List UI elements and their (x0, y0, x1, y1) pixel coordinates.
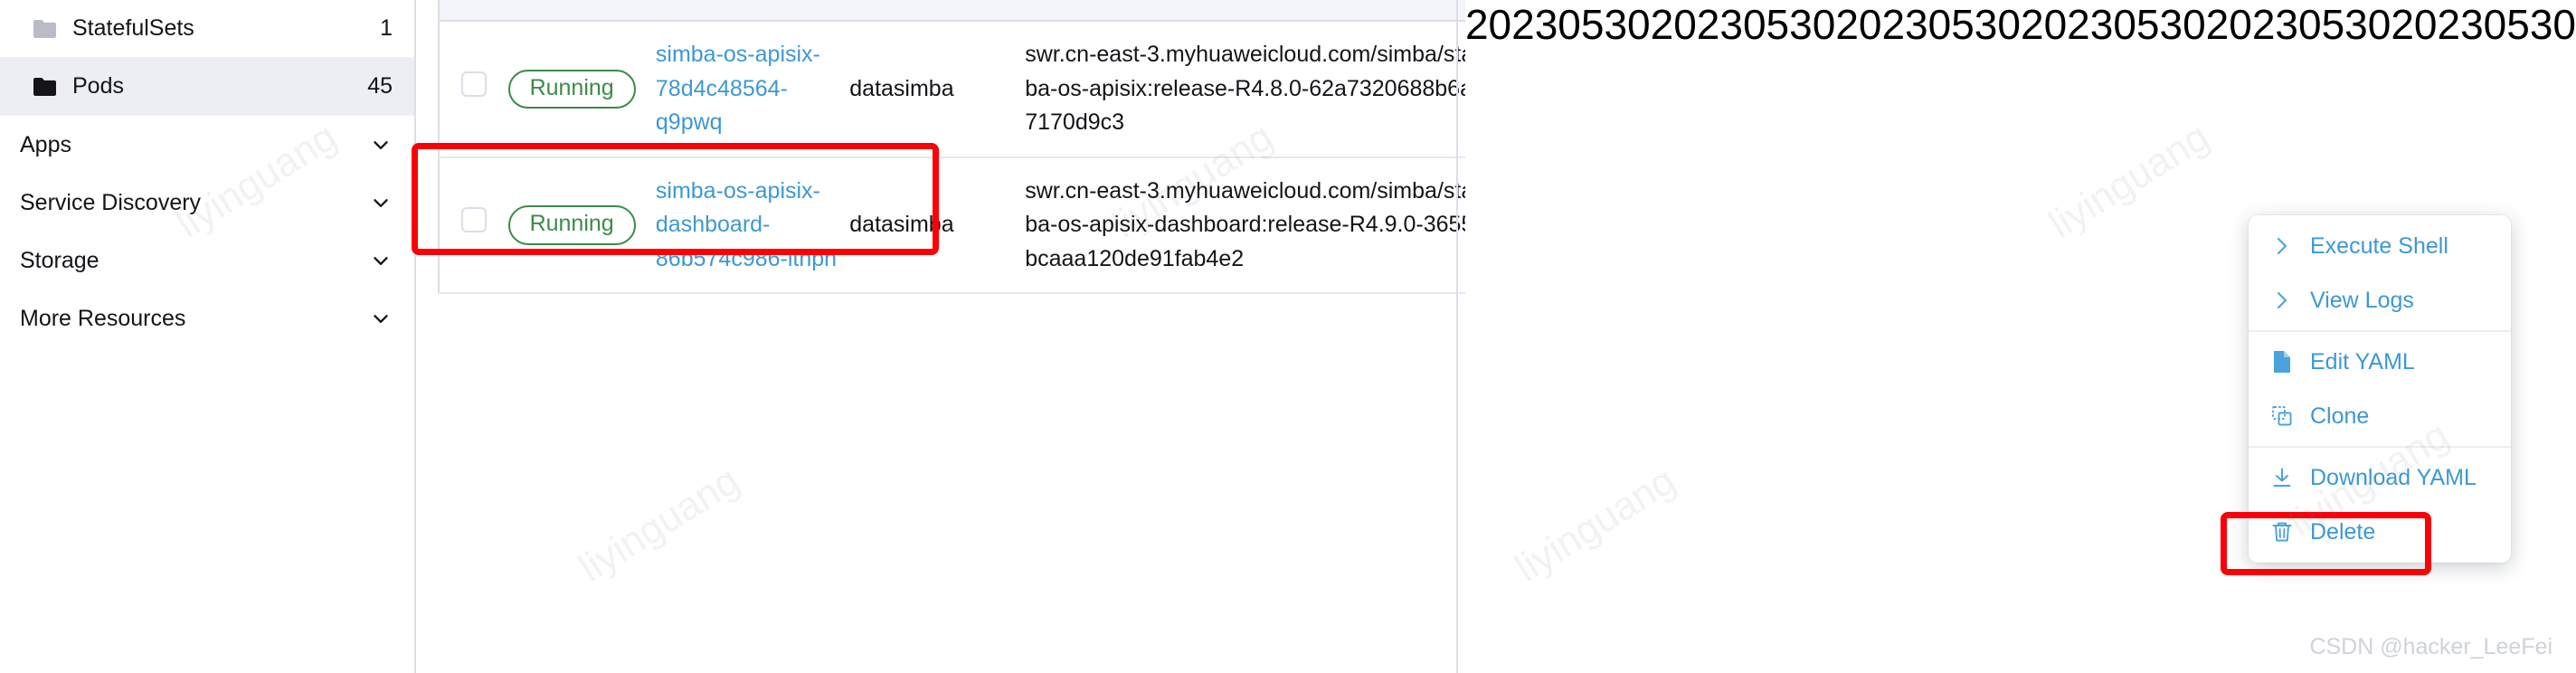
table-row[interactable]: Running simba-os-apisix-78d4c48564-q9pwq… (439, 22, 1465, 158)
table-container: Running simba-os-apisix-78d4c48564-q9pwq… (438, 0, 1465, 294)
row-namespace-cell: datasimba (849, 156, 1026, 294)
source-credit: CSDN @hacker_LeeFei (2309, 634, 2552, 659)
context-menu-divider (2249, 446, 2511, 448)
context-menu-item-execute-shell[interactable]: Execute Shell (2249, 219, 2511, 273)
watermark-date: 20230530 (1464, 1, 1651, 48)
sidebar-group-apps[interactable]: Apps (0, 116, 414, 174)
context-menu-item-view-logs[interactable]: View Logs (2249, 273, 2511, 327)
chevron-down-icon (374, 257, 388, 265)
table-header-strip (438, 0, 1465, 22)
sidebar-group-more-resources[interactable]: More Resources (0, 289, 414, 347)
row-namespace-cell: datasimba (849, 22, 1026, 158)
sidebar-item-statefulsets[interactable]: StatefulSets 1 (0, 0, 414, 58)
row-checkbox[interactable] (460, 207, 487, 232)
watermark-date: 20230530 (1835, 1, 2021, 48)
row-context-menu: Execute Shell View Logs Edit YAML Clone (2249, 215, 2511, 563)
context-menu-item-label: Download YAML (2310, 464, 2477, 490)
context-menu-item-edit-yaml[interactable]: Edit YAML (2249, 335, 2511, 389)
pods-list-screen: StatefulSets 1 Pods 45 Apps Service Disc… (0, 0, 2576, 673)
context-menu-item-label: View Logs (2310, 287, 2414, 313)
chevron-down-icon (374, 141, 388, 149)
status-badge: Running (507, 69, 636, 109)
chevron-down-icon (374, 315, 388, 323)
download-icon (2267, 467, 2297, 488)
chevron-down-icon (374, 199, 388, 207)
watermark-date: 20230530 (1650, 1, 1836, 48)
pod-image-text: swr.cn-east-3.myhuaweicloud.com/simba/st… (1025, 177, 1465, 271)
chevron-right-icon (2267, 234, 2297, 258)
panel-right-edge (1455, 0, 1458, 673)
row-name-cell: simba-os-apisix-dashboard-86b574c986-lth… (655, 156, 850, 294)
sidebar-item-label: Pods (72, 73, 124, 99)
sidebar-group-label: Service Discovery (20, 189, 202, 215)
status-badge: Running (507, 205, 636, 245)
copy-icon (2267, 405, 2297, 427)
sidebar-group-storage[interactable]: Storage (0, 232, 414, 289)
row-checkbox[interactable] (460, 71, 487, 97)
context-menu-item-label: Edit YAML (2310, 348, 2415, 374)
trash-icon (2267, 521, 2297, 543)
pod-name-link[interactable]: simba-os-apisix-dashboard-86b574c986-lth… (656, 178, 837, 271)
folder-icon (33, 78, 56, 96)
context-menu-item-clone[interactable]: Clone (2249, 389, 2511, 443)
row-image-cell: swr.cn-east-3.myhuaweicloud.com/simba/st… (1025, 22, 1465, 158)
row-state-cell: Running (507, 22, 656, 158)
sidebar-group-label: More Resources (20, 305, 186, 331)
table-row[interactable]: Running simba-os-apisix-dashboard-86b574… (439, 156, 1465, 294)
context-menu-divider (2249, 330, 2511, 332)
pod-image-text: swr.cn-east-3.myhuaweicloud.com/simba/st… (1025, 42, 1465, 135)
pod-name-link[interactable]: simba-os-apisix-78d4c48564-q9pwq (656, 42, 820, 135)
context-menu-item-label: Execute Shell (2310, 232, 2448, 259)
chevron-right-icon (2267, 289, 2297, 312)
sidebar-group-label: Storage (20, 247, 99, 273)
row-name-cell: simba-os-apisix-78d4c48564-q9pwq (655, 22, 850, 158)
sidebar-group-service-discovery[interactable]: Service Discovery (0, 174, 414, 232)
context-menu-item-label: Clone (2310, 403, 2370, 429)
row-state-cell: Running (507, 156, 656, 294)
sidebar-navigation: StatefulSets 1 Pods 45 Apps Service Disc… (0, 0, 416, 673)
pods-table-region: Running simba-os-apisix-78d4c48564-q9pwq… (416, 0, 1465, 673)
file-icon (2267, 350, 2297, 374)
row-select-cell (439, 22, 508, 158)
pods-table: Running simba-os-apisix-78d4c48564-q9pwq… (438, 22, 1465, 294)
sidebar-group-label: Apps (20, 131, 71, 157)
watermark-date: 20230530 (2020, 1, 2206, 48)
context-menu-item-delete[interactable]: Delete (2249, 505, 2511, 559)
sidebar-item-count: 1 (380, 15, 393, 41)
folder-icon (33, 20, 56, 38)
sidebar-item-pods[interactable]: Pods 45 (0, 58, 414, 116)
context-menu-item-label: Delete (2310, 518, 2376, 545)
row-image-cell: swr.cn-east-3.myhuaweicloud.com/simba/st… (1025, 156, 1465, 294)
sidebar-item-label: StatefulSets (72, 15, 194, 41)
context-menu-item-download-yaml[interactable]: Download YAML (2249, 450, 2511, 505)
row-select-cell (439, 156, 508, 294)
sidebar-item-count: 45 (367, 73, 393, 99)
